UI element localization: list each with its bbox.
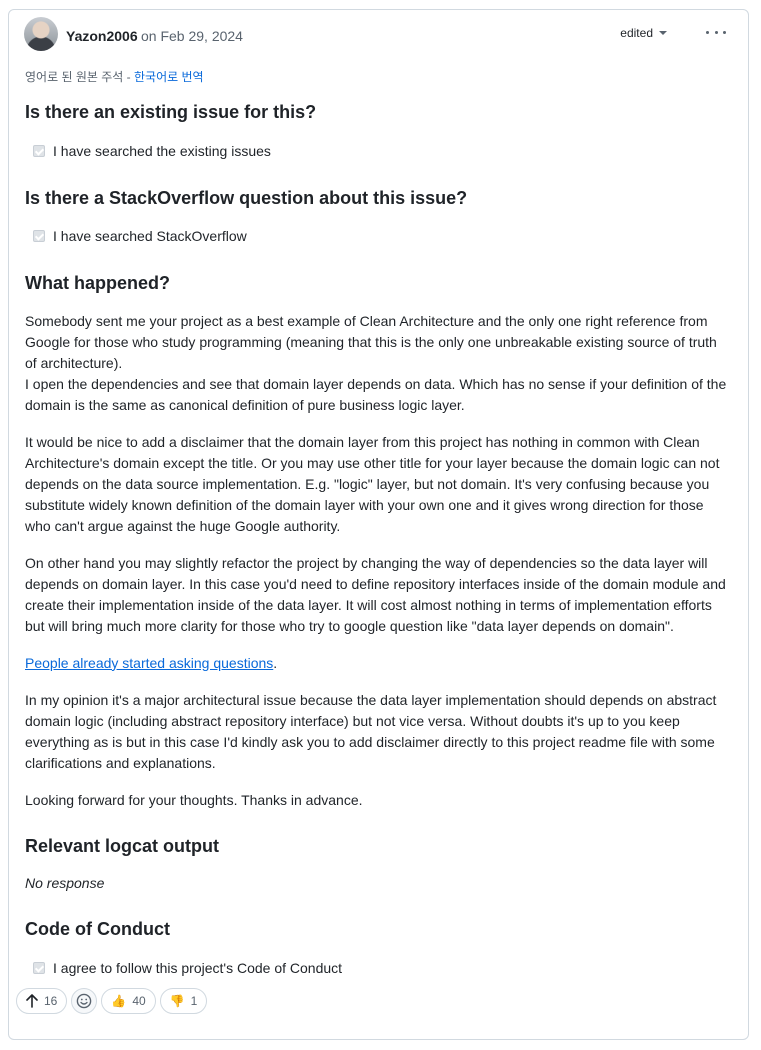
checkbox-row-conduct: I agree to follow this project's Code of… xyxy=(33,960,732,976)
translation-prefix: 영어로 된 원본 주석 - xyxy=(25,70,134,84)
thumbs-up-reaction[interactable]: 👍 40 xyxy=(101,988,156,1014)
checkbox-row-stackoverflow: I have searched StackOverflow xyxy=(33,228,732,244)
smiley-icon xyxy=(77,993,92,1009)
checkbox-checked xyxy=(33,230,45,242)
section-heading-stackoverflow: Is there a StackOverflow question about … xyxy=(25,187,468,208)
thumbs-up-count: 40 xyxy=(132,994,146,1008)
checkbox-label: I have searched StackOverflow xyxy=(53,228,247,244)
checkbox-label: I have searched the existing issues xyxy=(53,142,271,159)
chevron-down-icon xyxy=(659,31,667,35)
edited-dropdown[interactable]: edited xyxy=(620,26,667,40)
paragraph-5: In my opinion it's a major architectural… xyxy=(25,691,717,771)
section-heading-conduct: Code of Conduct xyxy=(25,919,170,939)
section-heading-what-happened: What happened? xyxy=(25,273,170,293)
edited-label: edited xyxy=(620,26,653,40)
paragraph-2: It would be nice to add a disclaimer tha… xyxy=(25,433,720,534)
comment-body: 영어로 된 원본 주석 - 한국어로 번역 Is there an existi… xyxy=(25,68,732,995)
paragraph-3: On other hand you may slightly refactor … xyxy=(25,554,726,634)
avatar[interactable] xyxy=(24,17,58,51)
no-response-text: No response xyxy=(25,875,105,891)
comment-header: Yazon2006 on Feb 29, 2024 edited xyxy=(24,17,733,53)
paragraph-1: Somebody sent me your project as a best … xyxy=(25,311,732,416)
paragraph-4: People already started asking questions. xyxy=(25,653,732,674)
questions-link[interactable]: People already started asking questions xyxy=(25,655,273,671)
arrow-up-icon xyxy=(26,994,38,1008)
upvote-count: 16 xyxy=(44,994,58,1008)
add-reaction-button[interactable] xyxy=(71,988,98,1014)
translation-notice: 영어로 된 원본 주석 - 한국어로 번역 xyxy=(25,68,732,85)
thumbs-down-count: 1 xyxy=(190,994,198,1008)
section-heading-existing-issue: Is there an existing issue for this? xyxy=(25,102,317,122)
comment-date[interactable]: on Feb 29, 2024 xyxy=(141,28,243,44)
logcat-value: No response xyxy=(25,873,732,894)
paragraph-6: Looking forward for your thoughts. Thank… xyxy=(25,791,363,808)
author-link[interactable]: Yazon2006 xyxy=(66,28,138,44)
paragraph-1a: Somebody sent me your project as a best … xyxy=(25,312,717,371)
issue-comment-card: Yazon2006 on Feb 29, 2024 edited 영어로 된 원… xyxy=(8,9,749,1040)
checkbox-checked xyxy=(33,961,45,974)
section-heading-logcat: Relevant logcat output xyxy=(25,835,220,856)
checkbox-label: I agree to follow this project's Code of… xyxy=(53,959,343,976)
more-options-icon[interactable] xyxy=(706,25,726,39)
checkbox-row-existing-issues: I have searched the existing issues xyxy=(33,143,732,159)
paragraph-1b: I open the dependencies and see that dom… xyxy=(25,375,727,413)
translate-link[interactable]: 한국어로 번역 xyxy=(134,70,204,84)
link-suffix: . xyxy=(273,654,278,671)
reactions-bar: 16 👍 40 👎 1 xyxy=(16,988,208,1014)
thumbs-down-reaction[interactable]: 👎 1 xyxy=(159,988,208,1014)
thumbs-down-icon: 👎 xyxy=(169,994,185,1008)
checkbox-checked xyxy=(33,144,45,157)
upvote-button[interactable]: 16 xyxy=(16,988,68,1014)
thumbs-up-icon: 👍 xyxy=(111,994,127,1008)
